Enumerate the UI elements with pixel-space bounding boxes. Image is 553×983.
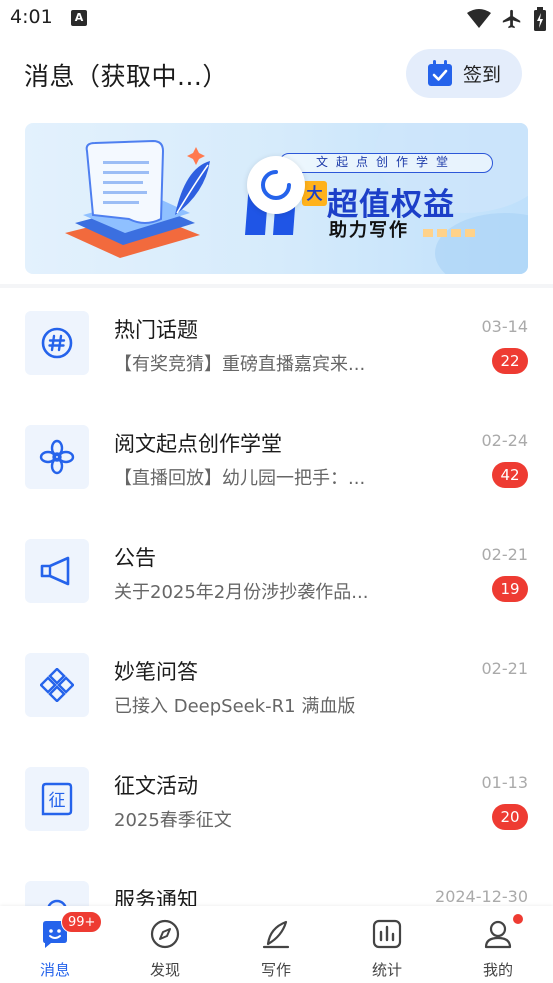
- nav-label: 写作: [260, 961, 291, 979]
- nav-discover[interactable]: 发现: [110, 906, 220, 983]
- nav-write[interactable]: 写作: [221, 906, 331, 983]
- message-date: 01-13: [481, 773, 529, 792]
- bottom-nav: 99+ 消息 发现 写作 统计 我的: [0, 906, 553, 983]
- nav-messages[interactable]: 99+ 消息: [0, 906, 110, 983]
- calendar-check-icon: [427, 60, 452, 86]
- message-date: 02-24: [481, 431, 529, 450]
- message-date: 2024-12-30: [435, 887, 528, 906]
- nav-profile[interactable]: 我的: [443, 906, 553, 983]
- message-preview: 【直播回放】幼儿园一把手：...: [114, 468, 366, 489]
- status-time: 4:01: [10, 6, 53, 28]
- message-title: 热门话题: [114, 318, 198, 342]
- flower-icon: [25, 425, 89, 489]
- nav-label: 消息: [39, 961, 70, 979]
- nav-label: 统计: [371, 961, 402, 979]
- header: 消息（获取中...） 签到: [0, 38, 553, 112]
- page-title: 消息（获取中...）: [24, 62, 228, 91]
- nav-stats[interactable]: 统计: [332, 906, 442, 983]
- message-title: 妙笔问答: [114, 660, 198, 684]
- checkin-button[interactable]: 签到: [406, 49, 522, 98]
- wifi-icon: [467, 9, 491, 28]
- message-item-writing-school[interactable]: 阅文起点创作学堂 【直播回放】幼儿园一把手：... 02-24 42: [0, 402, 553, 516]
- message-preview: 关于2025年2月份涉抄袭作品...: [114, 582, 369, 603]
- banner-subtitle: 文起点创作学堂: [279, 153, 493, 173]
- message-item-contest[interactable]: 征 征文活动 2025春季征文 01-13 20: [0, 744, 553, 858]
- profile-icon: [484, 920, 512, 949]
- message-title: 服务通知: [114, 888, 198, 906]
- nav-label: 发现: [149, 961, 180, 979]
- message-item-hot-topics[interactable]: 热门话题 【有奖竞猜】重磅直播嘉宾来... 03-14 22: [0, 288, 553, 402]
- unread-badge: 22: [492, 348, 528, 374]
- message-preview: 已接入 DeepSeek-R1 满血版: [114, 696, 356, 717]
- message-title: 公告: [114, 546, 156, 570]
- banner-slogan: 助力写作: [329, 220, 409, 241]
- banner-tag: 大: [302, 181, 327, 206]
- message-item-announcement[interactable]: 公告 关于2025年2月份涉抄袭作品... 02-21 19: [0, 516, 553, 630]
- unread-badge: 20: [492, 804, 528, 830]
- stats-icon: [372, 919, 402, 949]
- message-preview: 【有奖竞猜】重磅直播嘉宾来...: [114, 354, 366, 375]
- unread-badge: 19: [492, 576, 528, 602]
- status-icons: [467, 5, 547, 33]
- loading-spinner: [247, 156, 305, 214]
- promo-banner[interactable]: 文起点创作学堂 大 超值权益 助力写作: [25, 123, 528, 274]
- message-item-qa[interactable]: 妙笔问答 已接入 DeepSeek-R1 满血版 02-21: [0, 630, 553, 744]
- hashtag-icon: [25, 311, 89, 375]
- message-item-service[interactable]: 服务通知 2024-12-30: [0, 858, 553, 906]
- message-date: 02-21: [481, 545, 529, 564]
- status-bar: 4:01 A: [0, 0, 553, 38]
- message-title: 征文活动: [114, 774, 198, 798]
- nav-unread-badge: 99+: [61, 911, 103, 933]
- diamond-knot-icon: [25, 653, 89, 717]
- pen-icon: [262, 920, 290, 949]
- spinner-icon: [261, 170, 291, 200]
- nav-label: 我的: [482, 961, 513, 979]
- unread-badge: 42: [492, 462, 528, 488]
- airplane-icon: [502, 9, 521, 29]
- compass-icon: [150, 919, 180, 949]
- battery-icon: [534, 7, 546, 31]
- message-preview: 2025春季征文: [114, 810, 232, 831]
- checkin-label: 签到: [462, 64, 501, 86]
- message-list: 热门话题 【有奖竞猜】重磅直播嘉宾来... 03-14 22 阅文起点创作学堂 …: [0, 288, 553, 906]
- contest-icon: 征: [25, 767, 89, 831]
- profile-notification-dot: [513, 914, 523, 924]
- message-date: 03-14: [481, 317, 529, 336]
- message-title: 阅文起点创作学堂: [114, 432, 282, 456]
- notification-icon: A: [71, 10, 87, 26]
- svg-text:征: 征: [49, 791, 66, 811]
- message-date: 02-21: [481, 659, 529, 678]
- megaphone-icon: [25, 539, 89, 603]
- service-icon: [25, 881, 89, 906]
